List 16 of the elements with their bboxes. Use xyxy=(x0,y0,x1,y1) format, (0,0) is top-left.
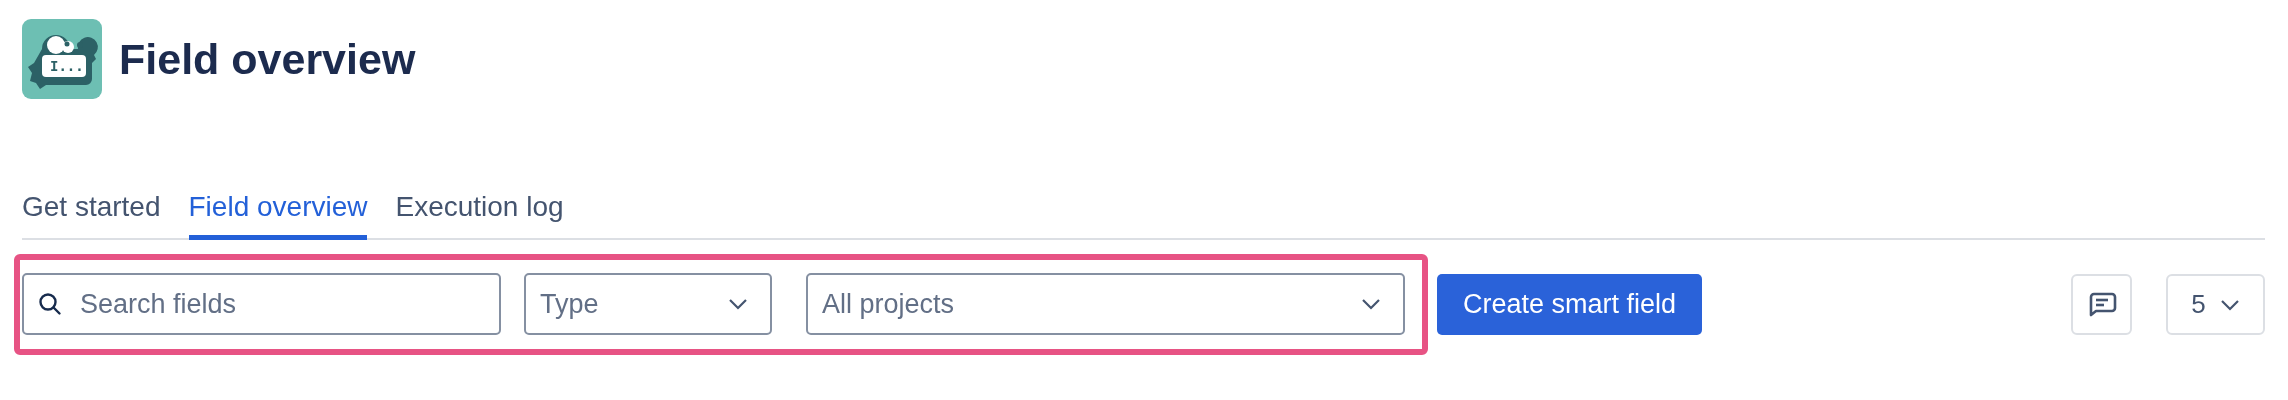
tab[interactable]: Execution log xyxy=(395,191,564,240)
gear-robot-drawing xyxy=(28,35,98,89)
logo-text: I... xyxy=(50,57,84,76)
create-smart-field-button[interactable]: Create smart field xyxy=(1437,274,1703,335)
page-size-dropdown[interactable]: 5 xyxy=(2166,274,2265,335)
tab[interactable]: Field overview xyxy=(188,191,368,240)
tab[interactable]: Get started xyxy=(22,191,161,240)
chevron-down-icon xyxy=(1361,298,1381,310)
page-title: Field overview xyxy=(119,34,416,84)
chevron-down-icon xyxy=(2219,298,2240,311)
filter-dropdown[interactable]: Type xyxy=(524,273,772,335)
search-icon xyxy=(38,292,62,316)
filter-dropdown[interactable]: All projects xyxy=(806,273,1405,335)
chevron-down-icon xyxy=(728,298,748,310)
search-field[interactable]: Search fields xyxy=(22,273,501,335)
feedback-button[interactable] xyxy=(2071,274,2132,335)
